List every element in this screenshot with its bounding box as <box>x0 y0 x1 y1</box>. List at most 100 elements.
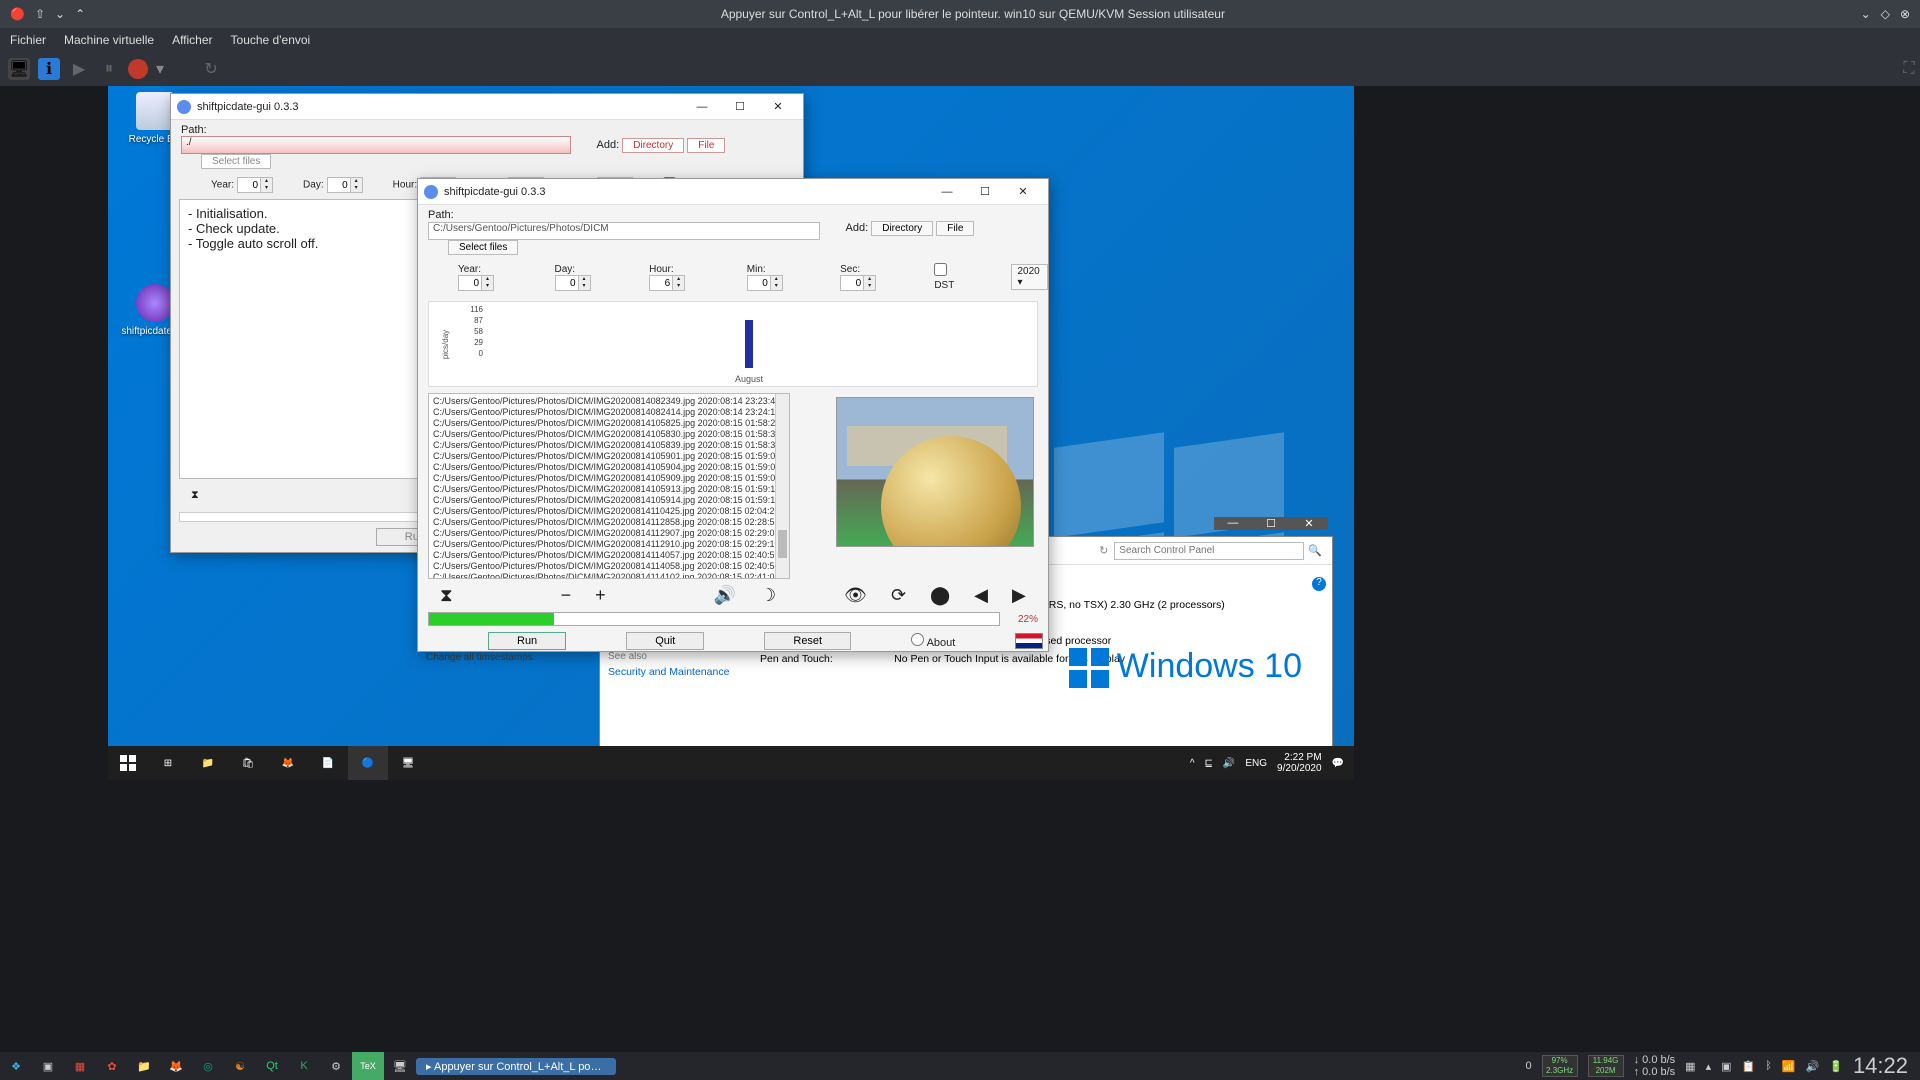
year-combo[interactable]: 2020 ▾ <box>1011 264 1049 290</box>
list-item[interactable]: C:/Users/Gentoo/Pictures/Photos/DICM/IMG… <box>433 429 785 440</box>
close-button[interactable]: ✕ <box>759 100 797 113</box>
minus-button[interactable]: − <box>561 585 572 606</box>
hour-input[interactable] <box>649 275 673 291</box>
scrollbar[interactable] <box>775 394 789 578</box>
folder-icon[interactable]: 📁 <box>128 1052 160 1080</box>
list-item[interactable]: C:/Users/Gentoo/Pictures/Photos/DICM/IMG… <box>433 506 785 517</box>
security-link[interactable]: Security and Maintenance <box>608 666 738 678</box>
spinner-icon[interactable]: ▴▾ <box>579 275 591 291</box>
tray-volume-icon[interactable]: 🔊 <box>1806 1060 1820 1073</box>
path-input[interactable]: C:/Users/Gentoo/Pictures/Photos/DICM <box>428 222 820 240</box>
terminal-icon[interactable]: ▣ <box>32 1052 64 1080</box>
close-button[interactable]: ✕ <box>1290 517 1328 530</box>
file-list[interactable]: C:/Users/Gentoo/Pictures/Photos/DICM/IMG… <box>428 393 790 579</box>
maximize-button[interactable]: ☐ <box>721 100 759 113</box>
menu-fichier[interactable]: Fichier <box>10 33 46 47</box>
action-center-icon[interactable]: 💬 <box>1332 758 1344 769</box>
tray-battery-icon[interactable]: 🔋 <box>1829 1060 1843 1073</box>
dst-checkbox[interactable] <box>934 263 947 276</box>
tray-network-icon[interactable]: ⊑ <box>1205 758 1213 769</box>
reload-icon[interactable]: ⟳ <box>891 585 906 606</box>
directory-button[interactable]: Directory <box>871 221 933 236</box>
path-input[interactable]: ./ <box>181 136 571 154</box>
list-item[interactable]: C:/Users/Gentoo/Pictures/Photos/DICM/IMG… <box>433 495 785 506</box>
day-input[interactable] <box>327 177 351 193</box>
pause-icon[interactable]: ⏸ <box>98 58 120 80</box>
record-icon[interactable]: ⬤ <box>930 585 950 606</box>
list-item[interactable]: C:/Users/Gentoo/Pictures/Photos/DICM/IMG… <box>433 440 785 451</box>
task-view-button[interactable]: ⊞ <box>148 746 188 780</box>
scroll-thumb[interactable] <box>778 530 787 558</box>
uk-flag-icon[interactable] <box>1015 633 1043 649</box>
list-item[interactable]: C:/Users/Gentoo/Pictures/Photos/DICM/IMG… <box>433 396 785 407</box>
host-minimize-icon[interactable]: ⌄ <box>1861 7 1871 21</box>
spinner-icon[interactable]: ▴▾ <box>864 275 876 291</box>
start-button[interactable] <box>108 746 148 780</box>
menu-machine[interactable]: Machine virtuelle <box>64 33 154 47</box>
hourglass-icon[interactable]: ⧗ <box>440 585 453 606</box>
tex-icon[interactable]: TeX <box>352 1052 384 1080</box>
spinner-icon[interactable]: ▴▾ <box>482 275 494 291</box>
settings-task[interactable]: 🖥 <box>388 746 428 780</box>
next-icon[interactable]: ▶ <box>1012 585 1026 606</box>
list-item[interactable]: C:/Users/Gentoo/Pictures/Photos/DICM/IMG… <box>433 517 785 528</box>
app-icon[interactable]: ✿ <box>96 1052 128 1080</box>
tray-bluetooth-icon[interactable]: ᛒ <box>1765 1060 1772 1072</box>
list-item[interactable]: C:/Users/Gentoo/Pictures/Photos/DICM/IMG… <box>433 407 785 418</box>
chromium-icon[interactable]: ◎ <box>192 1052 224 1080</box>
vm-icon[interactable]: 🖥 <box>384 1052 416 1080</box>
list-item[interactable]: C:/Users/Gentoo/Pictures/Photos/DICM/IMG… <box>433 561 785 572</box>
list-item[interactable]: C:/Users/Gentoo/Pictures/Photos/DICM/IMG… <box>433 462 785 473</box>
info-icon[interactable]: ℹ <box>38 58 60 80</box>
search-input[interactable] <box>1114 542 1304 560</box>
sec-input[interactable] <box>840 275 864 291</box>
firefox-button[interactable]: 🦊 <box>268 746 308 780</box>
quit-button[interactable]: Quit <box>626 632 704 650</box>
plus-button[interactable]: + <box>595 585 606 606</box>
day-input[interactable] <box>555 275 579 291</box>
select-files-button[interactable]: Select files <box>201 154 271 169</box>
fullscreen-icon[interactable]: ⛶ <box>1898 58 1920 80</box>
dropdown-icon[interactable]: ▾ <box>156 59 164 79</box>
refresh-icon[interactable]: ↻ <box>1099 544 1108 557</box>
minimize-button[interactable]: — <box>928 186 966 198</box>
notepad-button[interactable]: 📄 <box>308 746 348 780</box>
select-files-button[interactable]: Select files <box>448 240 518 255</box>
tray-lang[interactable]: ENG <box>1245 758 1267 769</box>
file-button[interactable]: File <box>687 138 725 153</box>
maximize-button[interactable]: ☐ <box>1252 517 1290 530</box>
spinner-icon[interactable]: ▴▾ <box>771 275 783 291</box>
menu-touche[interactable]: Touche d'envoi <box>231 33 311 47</box>
spinner-icon[interactable]: ▴▾ <box>261 177 273 193</box>
panel-task[interactable]: ▸ Appuyer sur Control_L+Alt_L pour... <box>416 1058 616 1075</box>
file-button[interactable]: File <box>936 221 974 236</box>
kde-icon[interactable]: K <box>288 1052 320 1080</box>
play-icon[interactable]: ▶ <box>68 58 90 80</box>
monitor-icon[interactable]: 🖥 <box>8 58 30 80</box>
store-button[interactable]: 🛍 <box>228 746 268 780</box>
list-item[interactable]: C:/Users/Gentoo/Pictures/Photos/DICM/IMG… <box>433 418 785 429</box>
gear-icon[interactable]: ⚙ <box>320 1052 352 1080</box>
app2-icon[interactable]: ☯ <box>224 1052 256 1080</box>
moon-icon[interactable]: ☽ <box>760 585 776 606</box>
host-up-icon[interactable]: ⌃ <box>75 7 85 21</box>
prev-icon[interactable]: ◀ <box>974 585 988 606</box>
volume-icon[interactable]: 🔊 <box>714 585 736 606</box>
list-item[interactable]: C:/Users/Gentoo/Pictures/Photos/DICM/IMG… <box>433 572 785 579</box>
cpu-graph-1[interactable]: 97%2.3GHz <box>1542 1055 1578 1077</box>
tray-overflow-icon[interactable]: ^ <box>1190 758 1195 769</box>
refresh-icon[interactable]: ↻ <box>200 58 222 80</box>
cpu-chip-icon[interactable]: ▦ <box>1685 1060 1695 1073</box>
cpu-graph-2[interactable]: 11.94G202M <box>1588 1055 1624 1077</box>
year-input[interactable] <box>458 275 482 291</box>
tray-clock[interactable]: 2:22 PM <box>1284 752 1321 763</box>
directory-button[interactable]: Directory <box>622 138 684 153</box>
spinner-icon[interactable]: ▴▾ <box>673 275 685 291</box>
year-input[interactable] <box>237 177 261 193</box>
files-icon[interactable]: ▦ <box>64 1052 96 1080</box>
power-icon[interactable] <box>128 59 148 79</box>
kde-launcher-icon[interactable]: ❖ <box>0 1052 32 1080</box>
spinner-icon[interactable]: ▴▾ <box>351 177 363 193</box>
minimize-button[interactable]: — <box>1214 517 1252 530</box>
list-item[interactable]: C:/Users/Gentoo/Pictures/Photos/DICM/IMG… <box>433 484 785 495</box>
